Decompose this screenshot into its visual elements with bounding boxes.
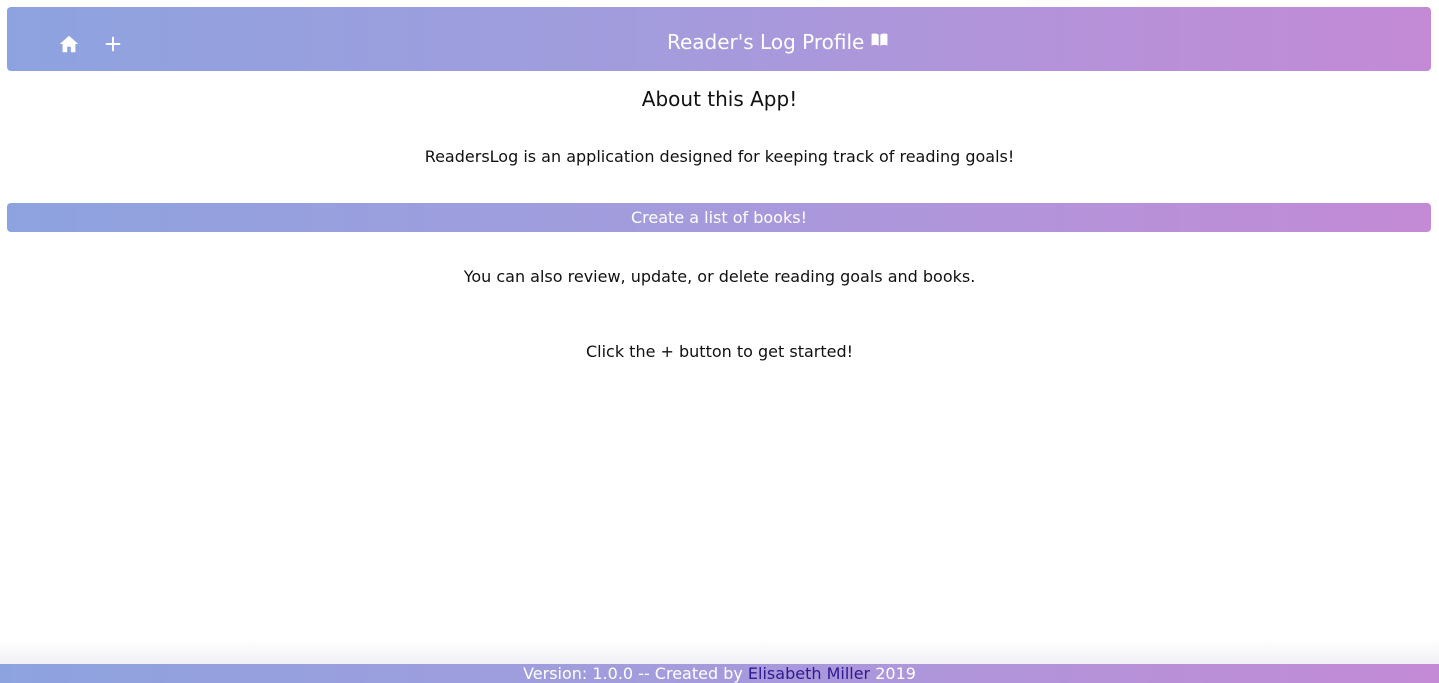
plus-icon[interactable]: [102, 33, 124, 55]
app-brand: Reader's Log Profile: [667, 24, 889, 60]
footer: Version: 1.0.0 -- Created by Elisabeth M…: [0, 664, 1439, 683]
page-title: About this App!: [641, 87, 798, 111]
review-text: You can also review, update, or delete r…: [463, 267, 976, 286]
create-list-banner: Create a list of books!: [7, 203, 1431, 232]
author-link[interactable]: Elisabeth Miller: [748, 664, 870, 683]
intro-text: ReadersLog is an application designed fo…: [424, 147, 1015, 166]
footer-year: 2019: [870, 664, 916, 683]
footer-shadow: [0, 640, 1439, 664]
book-open-icon: [870, 30, 889, 54]
cta-text: Click the + button to get started!: [585, 342, 854, 361]
home-icon[interactable]: [58, 33, 80, 55]
navbar: Reader's Log Profile: [7, 7, 1431, 71]
footer-version-text: Version: 1.0.0 -- Created by: [523, 664, 748, 683]
app-title: Reader's Log Profile: [667, 30, 865, 54]
